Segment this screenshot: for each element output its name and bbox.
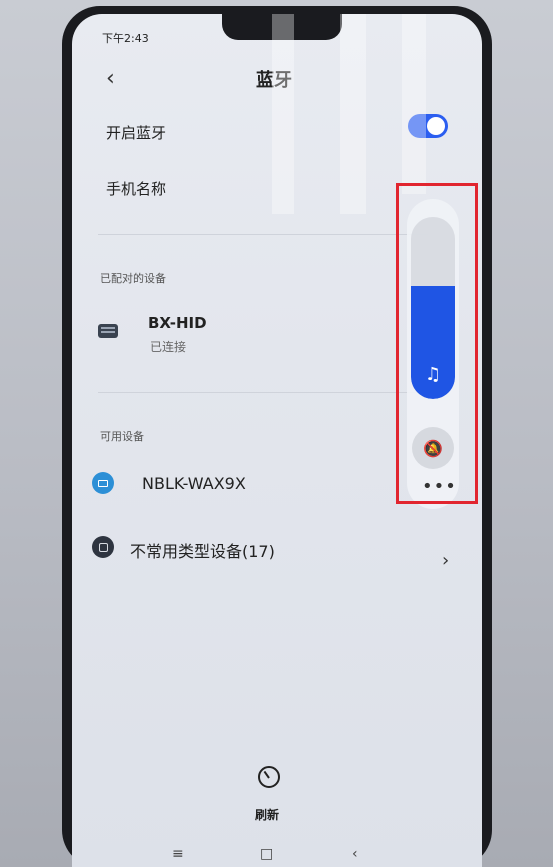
chevron-left-icon[interactable]: ‹	[106, 66, 115, 91]
glare	[272, 14, 294, 214]
device-box-icon	[92, 536, 114, 558]
divider	[98, 234, 428, 235]
glare	[340, 14, 366, 214]
refresh-label[interactable]: 刷新	[255, 806, 279, 823]
status-time: 下午2:43	[102, 32, 149, 45]
camera-notch	[222, 14, 342, 40]
bluetooth-toggle[interactable]	[408, 114, 448, 138]
bluetooth-toggle-label: 开启蓝牙	[106, 124, 167, 142]
paired-device-name[interactable]: BX-HID	[148, 314, 207, 332]
available-section-title: 可用设备	[100, 430, 144, 443]
back-nav-icon[interactable]: ‹	[352, 846, 358, 862]
divider	[98, 392, 428, 393]
paired-device-status: 已连接	[150, 340, 187, 354]
highlight-box	[396, 183, 478, 504]
chevron-right-icon[interactable]: ›	[442, 550, 449, 571]
refresh-icon[interactable]	[258, 766, 280, 788]
available-device-name[interactable]: NBLK-WAX9X	[142, 474, 246, 493]
keyboard-icon	[98, 324, 118, 338]
glare	[402, 14, 426, 194]
menu-icon[interactable]: ≡	[172, 846, 184, 862]
phone-name-label[interactable]: 手机名称	[106, 178, 166, 199]
home-icon[interactable]: □	[260, 846, 273, 862]
toggle-knob	[427, 117, 445, 135]
uncommon-devices-link[interactable]: 不常用类型设备(17)	[130, 538, 275, 562]
paired-section-title: 已配对的设备	[100, 272, 166, 285]
laptop-icon	[92, 472, 114, 494]
page-title: 蓝牙	[256, 70, 292, 91]
